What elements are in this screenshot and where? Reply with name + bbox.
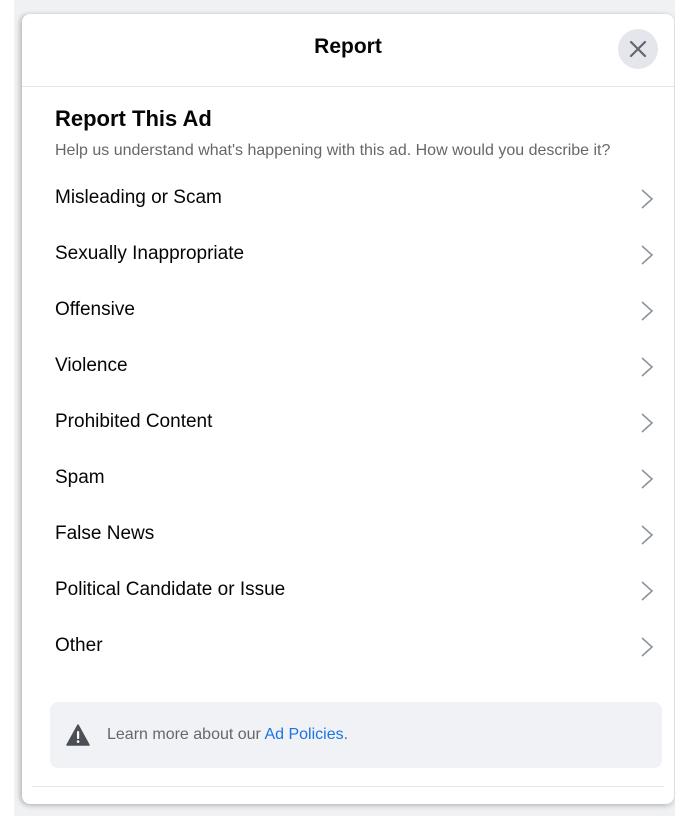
option-political-candidate-or-issue[interactable]: Political Candidate or Issue — [55, 562, 674, 618]
ad-policies-notice: Learn more about our Ad Policies. — [50, 702, 662, 768]
chevron-right-icon — [641, 525, 654, 545]
option-misleading-or-scam[interactable]: Misleading or Scam — [55, 170, 674, 226]
option-label: Prohibited Content — [55, 411, 213, 432]
ad-policies-link[interactable]: Ad Policies — [264, 726, 343, 743]
page-background-strip — [0, 0, 14, 816]
chevron-right-icon — [641, 357, 654, 377]
dialog-title: Report — [314, 35, 382, 58]
option-label: Offensive — [55, 299, 135, 320]
option-label: Other — [55, 635, 103, 656]
option-prohibited-content[interactable]: Prohibited Content — [55, 394, 674, 450]
notice-suffix: . — [343, 726, 349, 743]
option-offensive[interactable]: Offensive — [55, 282, 674, 338]
chevron-right-icon — [641, 245, 654, 265]
option-label: Sexually Inappropriate — [55, 243, 245, 264]
option-other[interactable]: Other — [55, 618, 674, 674]
footer-divider — [32, 786, 664, 787]
option-false-news[interactable]: False News — [55, 506, 674, 562]
option-spam[interactable]: Spam — [55, 450, 674, 506]
dialog-content: Report This Ad Help us understand what's… — [22, 87, 674, 674]
warning-icon — [66, 724, 90, 746]
option-label: Misleading or Scam — [55, 187, 222, 208]
report-heading: Report This Ad — [55, 106, 212, 131]
report-options-list: Misleading or Scam Sexually Inappropriat… — [55, 170, 674, 674]
chevron-right-icon — [641, 581, 654, 601]
notice-prefix: Learn more about our — [107, 726, 265, 743]
dialog-header: Report — [22, 14, 674, 87]
option-label: Political Candidate or Issue — [55, 579, 286, 600]
option-violence[interactable]: Violence — [55, 338, 674, 394]
chevron-right-icon — [641, 637, 654, 657]
notice-text: Learn more about our Ad Policies. — [107, 726, 348, 744]
chevron-right-icon — [641, 301, 654, 321]
chevron-right-icon — [641, 189, 654, 209]
close-button[interactable] — [618, 29, 658, 69]
option-label: False News — [55, 523, 155, 544]
report-dialog: Report Report This Ad Help us understand… — [22, 14, 674, 804]
close-icon — [629, 40, 647, 58]
chevron-right-icon — [641, 413, 654, 433]
report-description: Help us understand what's happening with… — [55, 142, 611, 159]
chevron-right-icon — [641, 469, 654, 489]
option-sexually-inappropriate[interactable]: Sexually Inappropriate — [55, 226, 674, 282]
option-label: Spam — [55, 467, 105, 488]
option-label: Violence — [55, 355, 128, 376]
